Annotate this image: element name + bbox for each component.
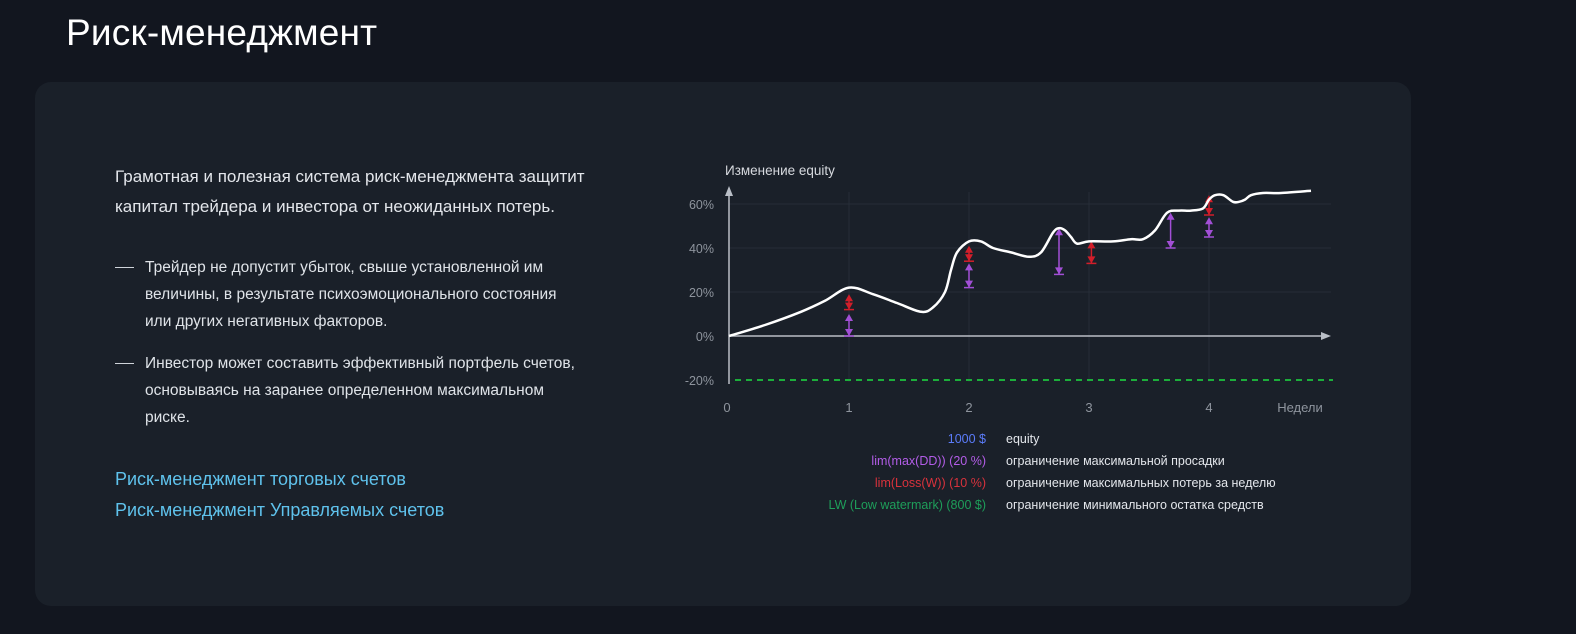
max-drawdown-marker [1204, 217, 1214, 238]
weekly-loss-marker [844, 294, 854, 311]
equity-series [728, 189, 1312, 338]
x-tick-label: 1 [845, 400, 852, 415]
y-tick-label: 0% [696, 330, 714, 344]
marker-arrow-up-icon [1205, 217, 1213, 225]
max-drawdown-marker [844, 314, 854, 337]
legend-description: ограничение максимальных потерь за недел… [1006, 476, 1276, 490]
legend-key: 1000 $ [948, 432, 986, 446]
chart-axes [725, 186, 1333, 384]
y-tick-label: 60% [689, 198, 714, 212]
marker-arrow-down-icon [845, 329, 853, 336]
legend-key: lim(Loss(W)) (10 %) [875, 476, 986, 490]
risk-management-card: Грамотная и полезная система риск-менедж… [35, 82, 1411, 606]
chart-legend: 1000 $ equity lim(max(DD)) (20 %) ограничен… [829, 432, 1276, 512]
legend-description: ограничение максимальной просадки [1006, 454, 1225, 468]
y-tick-label: 40% [689, 242, 714, 256]
x-axis-label: Недели [1277, 400, 1323, 415]
chart-grid [729, 192, 1331, 382]
marker-arrow-down-icon [1205, 208, 1213, 215]
legend-key: lim(max(DD)) (20 %) [871, 454, 986, 468]
equity-chart: Изменение equity -20% 0% 20% 40% 60% 0 1 2 3 4 Неде… [685, 163, 1333, 512]
x-tick-label: 2 [965, 400, 972, 415]
marker-arrow-down-icon [1055, 267, 1063, 275]
legend-description: equity [1006, 432, 1040, 446]
legend-key: LW (Low watermark) (800 $) [829, 498, 986, 512]
marker-arrow-down-icon [1166, 241, 1175, 248]
x-tick-label: 3 [1085, 400, 1092, 415]
max-drawdown-marker [1165, 212, 1176, 249]
y-tick-label: 20% [689, 286, 714, 300]
equity-line [728, 189, 1312, 338]
marker-arrow-down-icon [965, 254, 973, 262]
marker-arrow-up-icon [1166, 212, 1175, 220]
marker-arrow-down-icon [1205, 230, 1213, 237]
chart-title: Изменение equity [725, 163, 835, 178]
marker-arrow-up-icon [965, 245, 973, 253]
marker-arrow-up-icon [845, 294, 853, 302]
legend-description: ограничение минимального остатка средств [1006, 498, 1264, 512]
marker-arrow-up-icon [965, 263, 973, 271]
drawdown-markers [844, 195, 1214, 337]
marker-arrow-down-icon [845, 302, 853, 310]
max-drawdown-marker [1054, 228, 1064, 276]
page-title: Риск-менеджмент [66, 12, 378, 53]
marker-arrow-down-icon [965, 280, 973, 288]
y-tick-label: -20% [685, 374, 714, 388]
y-axis-arrow-icon [725, 186, 733, 196]
x-tick-label: 0 [723, 400, 730, 415]
max-drawdown-marker [964, 263, 974, 289]
chart-labels: Изменение equity -20% 0% 20% 40% 60% 0 1 2 3 4 Неде… [685, 163, 1323, 415]
weekly-loss-marker [1086, 241, 1097, 265]
x-axis-arrow-icon [1321, 332, 1331, 340]
marker-arrow-up-icon [845, 314, 853, 321]
x-tick-label: 4 [1205, 400, 1212, 415]
